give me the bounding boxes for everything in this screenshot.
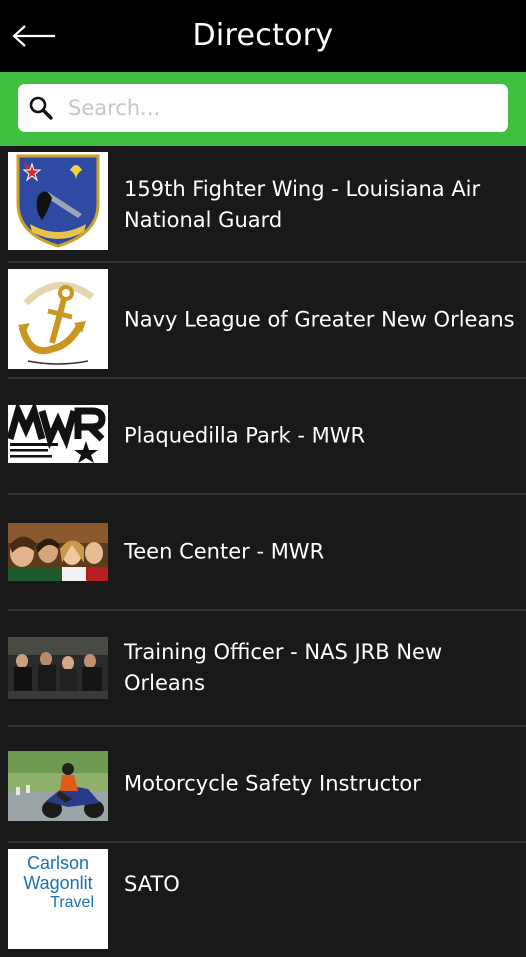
item-name: SATO bbox=[124, 872, 180, 896]
fighter-wing-emblem-icon bbox=[8, 152, 108, 250]
item-name: Plaquedilla Park - MWR bbox=[124, 423, 366, 448]
search-bar bbox=[0, 72, 526, 146]
directory-list: 159th Fighter Wing - Louisiana Air Natio… bbox=[0, 148, 526, 957]
item-name: Navy League of Greater New Orleans bbox=[124, 307, 515, 332]
list-item[interactable]: Teen Center - MWR bbox=[0, 495, 526, 609]
back-button[interactable] bbox=[8, 18, 60, 54]
page-title: Directory bbox=[192, 18, 334, 53]
list-item[interactable]: Navy League of Greater New Orleans bbox=[0, 263, 526, 377]
search-input[interactable] bbox=[66, 87, 508, 129]
teen-center-photo-icon bbox=[8, 523, 108, 581]
logo-text-line: Wagonlit bbox=[23, 873, 93, 893]
training-officer-photo-icon bbox=[8, 637, 108, 699]
mwr-logo-icon bbox=[8, 405, 108, 463]
logo-text-line: Travel bbox=[50, 894, 94, 911]
logo-text-line: Carlson bbox=[26, 853, 90, 873]
search-icon bbox=[28, 93, 58, 123]
item-name: Motorcycle Safety Instructor bbox=[124, 771, 421, 796]
item-name: 159th Fighter Wing - Louisiana Air Natio… bbox=[124, 176, 481, 232]
item-name: Training Officer - NAS JRB New Orleans bbox=[124, 640, 443, 695]
carlson-wagonlit-travel-logo-icon: Carlson Wagonlit Travel bbox=[8, 849, 108, 949]
list-item[interactable]: 159th Fighter Wing - Louisiana Air Natio… bbox=[0, 148, 526, 261]
list-item[interactable]: Carlson Wagonlit Travel SATO bbox=[0, 843, 526, 957]
search-box[interactable] bbox=[18, 84, 508, 132]
list-item[interactable]: Training Officer - NAS JRB New Orleans bbox=[0, 611, 526, 725]
list-item[interactable]: Motorcycle Safety Instructor bbox=[0, 727, 526, 841]
list-item[interactable]: Plaquedilla Park - MWR bbox=[0, 379, 526, 493]
top-bar: Directory bbox=[0, 0, 526, 72]
arrow-left-icon bbox=[12, 25, 55, 47]
item-name: Teen Center - MWR bbox=[124, 539, 325, 564]
motorcycle-rider-photo-icon bbox=[8, 751, 108, 821]
navy-league-logo-icon bbox=[8, 269, 108, 369]
